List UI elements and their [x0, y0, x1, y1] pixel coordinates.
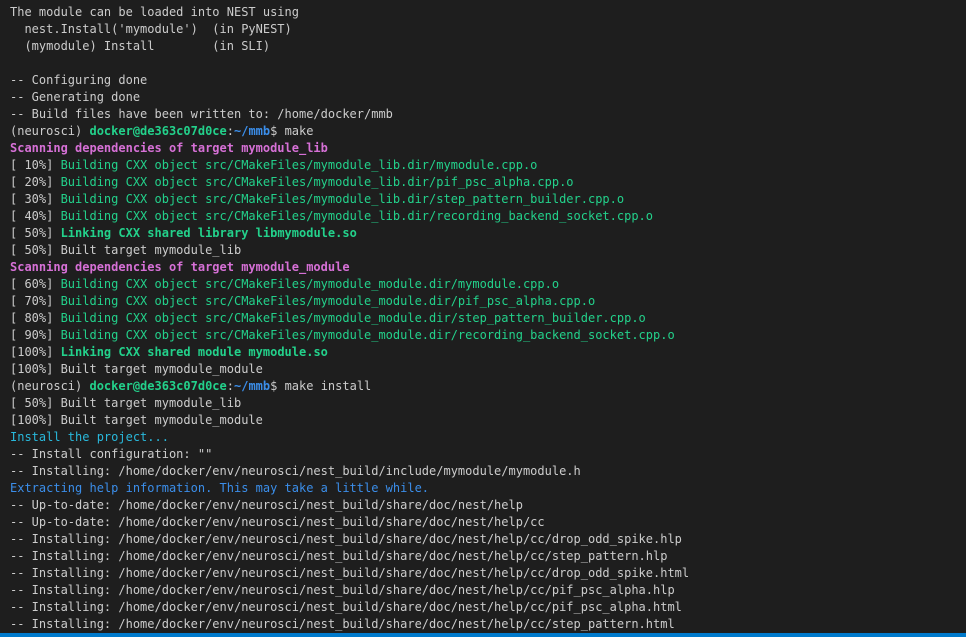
- terminal-line: [ 50%] Linking CXX shared library libmym…: [10, 225, 966, 242]
- terminal-text-segment: [ 50%]: [10, 226, 61, 240]
- terminal-text-segment: Building CXX object src/CMakeFiles/mymod…: [60, 277, 560, 291]
- terminal-text-segment: [ 70%]: [10, 294, 61, 308]
- terminal-text-segment: [ 30%]: [10, 192, 61, 206]
- terminal-text-segment: Building CXX object src/CMakeFiles/mymod…: [60, 175, 574, 189]
- terminal-text-segment: :: [226, 379, 234, 393]
- terminal-line: [ 90%] Building CXX object src/CMakeFile…: [10, 327, 966, 344]
- terminal-line: [ 40%] Building CXX object src/CMakeFile…: [10, 208, 966, 225]
- terminal-text-segment: [100%] Built target mymodule_module: [10, 413, 263, 427]
- terminal-text-segment: -- Installing: /home/docker/env/neurosci…: [10, 566, 690, 580]
- terminal-line: (mymodule) Install (in SLI): [10, 38, 966, 55]
- terminal-text-segment: Scanning dependencies of target mymodule…: [10, 141, 328, 155]
- terminal-line: Scanning dependencies of target mymodule…: [10, 140, 966, 157]
- status-bar-edge: [0, 633, 966, 637]
- terminal-text-segment: :: [226, 124, 234, 138]
- terminal-text-segment: $ make install: [270, 379, 372, 393]
- terminal-line: (neurosci) docker@de363c07d0ce:~/mmb$ ma…: [10, 378, 966, 395]
- terminal-line: -- Generating done: [10, 89, 966, 106]
- terminal-text-segment: $ make: [270, 124, 314, 138]
- terminal-text-segment: [100%]: [10, 345, 61, 359]
- terminal-text-segment: -- Installing: /home/docker/env/neurosci…: [10, 583, 675, 597]
- terminal-line: [100%] Built target mymodule_module: [10, 412, 966, 429]
- terminal-line: [ 30%] Building CXX object src/CMakeFile…: [10, 191, 966, 208]
- terminal-text-segment: [ 50%] Built target mymodule_lib: [10, 243, 242, 257]
- terminal-text-segment: The module can be loaded into NEST using: [10, 5, 299, 19]
- terminal-text-segment: -- Up-to-date: /home/docker/env/neurosci…: [10, 498, 523, 512]
- terminal-line: -- Build files have been written to: /ho…: [10, 106, 966, 123]
- terminal-text-segment: [ 40%]: [10, 209, 61, 223]
- terminal-line: [100%] Built target mymodule_module: [10, 361, 966, 378]
- terminal-text-segment: [ 10%]: [10, 158, 61, 172]
- terminal-line: nest.Install('mymodule') (in PyNEST): [10, 21, 966, 38]
- terminal-text-segment: (neurosci): [10, 379, 90, 393]
- terminal-text-segment: -- Configuring done: [10, 73, 148, 87]
- terminal-text-segment: -- Installing: /home/docker/env/neurosci…: [10, 617, 675, 631]
- terminal-line: -- Installing: /home/docker/env/neurosci…: [10, 616, 966, 633]
- terminal-text-segment: -- Installing: /home/docker/env/neurosci…: [10, 532, 682, 546]
- terminal-line: -- Installing: /home/docker/env/neurosci…: [10, 531, 966, 548]
- terminal-text-segment: Install the project...: [10, 430, 169, 444]
- terminal-text-segment: docker@de363c07d0ce: [89, 379, 227, 393]
- terminal-text-segment: Building CXX object src/CMakeFiles/mymod…: [60, 294, 596, 308]
- terminal-text-segment: Linking CXX shared library libmymodule.s…: [60, 226, 357, 240]
- terminal-line: -- Installing: /home/docker/env/neurosci…: [10, 599, 966, 616]
- terminal-line: -- Up-to-date: /home/docker/env/neurosci…: [10, 514, 966, 531]
- terminal-text-segment: (mymodule) Install (in SLI): [10, 39, 271, 53]
- terminal-line: [ 50%] Built target mymodule_lib: [10, 242, 966, 259]
- terminal-text-segment: -- Installing: /home/docker/env/neurosci…: [10, 549, 668, 563]
- terminal-line: Extracting help information. This may ta…: [10, 480, 966, 497]
- terminal-line: [ 10%] Building CXX object src/CMakeFile…: [10, 157, 966, 174]
- terminal-text-segment: nest.Install('mymodule') (in PyNEST): [10, 22, 292, 36]
- terminal-text-segment: [ 60%]: [10, 277, 61, 291]
- terminal-line: [ 50%] Built target mymodule_lib: [10, 395, 966, 412]
- terminal-text-segment: Building CXX object src/CMakeFiles/mymod…: [60, 192, 625, 206]
- terminal-line: [ 60%] Building CXX object src/CMakeFile…: [10, 276, 966, 293]
- terminal-text-segment: Building CXX object src/CMakeFiles/mymod…: [60, 311, 646, 325]
- terminal-line: Install the project...: [10, 429, 966, 446]
- terminal-line: The module can be loaded into NEST using: [10, 4, 966, 21]
- terminal-line: (neurosci) docker@de363c07d0ce:~/mmb$ ma…: [10, 123, 966, 140]
- terminal-line: [100%] Linking CXX shared module mymodul…: [10, 344, 966, 361]
- terminal-text-segment: Building CXX object src/CMakeFiles/mymod…: [60, 158, 538, 172]
- terminal-line: -- Install configuration: "": [10, 446, 966, 463]
- terminal-line: Scanning dependencies of target mymodule…: [10, 259, 966, 276]
- terminal-line: [ 70%] Building CXX object src/CMakeFile…: [10, 293, 966, 310]
- terminal-text-segment: [ 90%]: [10, 328, 61, 342]
- terminal-text-segment: ~/mmb: [234, 379, 271, 393]
- terminal-line: -- Installing: /home/docker/env/neurosci…: [10, 548, 966, 565]
- terminal-text-segment: (neurosci): [10, 124, 90, 138]
- terminal-text-segment: docker@de363c07d0ce: [89, 124, 227, 138]
- terminal-line: [ 20%] Building CXX object src/CMakeFile…: [10, 174, 966, 191]
- terminal-text-segment: Scanning dependencies of target mymodule…: [10, 260, 350, 274]
- terminal-line: -- Up-to-date: /home/docker/env/neurosci…: [10, 497, 966, 514]
- terminal-text-segment: Building CXX object src/CMakeFiles/mymod…: [60, 209, 653, 223]
- terminal-output[interactable]: The module can be loaded into NEST using…: [0, 0, 966, 633]
- terminal-line: -- Installing: /home/docker/env/neurosci…: [10, 565, 966, 582]
- terminal-text-segment: -- Installing: /home/docker/env/neurosci…: [10, 464, 581, 478]
- terminal-line: [ 80%] Building CXX object src/CMakeFile…: [10, 310, 966, 327]
- terminal-text-segment: -- Install configuration: "": [10, 447, 213, 461]
- terminal-text-segment: [ 20%]: [10, 175, 61, 189]
- terminal-line: -- Configuring done: [10, 72, 966, 89]
- terminal-text-segment: -- Up-to-date: /home/docker/env/neurosci…: [10, 515, 545, 529]
- terminal-line: -- Installing: /home/docker/env/neurosci…: [10, 582, 966, 599]
- terminal-text-segment: Building CXX object src/CMakeFiles/mymod…: [60, 328, 675, 342]
- terminal-text-segment: -- Generating done: [10, 90, 141, 104]
- terminal-text-segment: -- Installing: /home/docker/env/neurosci…: [10, 600, 682, 614]
- terminal-text-segment: [ 80%]: [10, 311, 61, 325]
- terminal-line: -- Installing: /home/docker/env/neurosci…: [10, 463, 966, 480]
- terminal-text-segment: Linking CXX shared module mymodule.so: [60, 345, 328, 359]
- terminal-text-segment: -- Build files have been written to: /ho…: [10, 107, 393, 121]
- terminal-text-segment: Extracting help information. This may ta…: [10, 481, 430, 495]
- terminal-text-segment: ~/mmb: [234, 124, 271, 138]
- terminal-text-segment: [ 50%] Built target mymodule_lib: [10, 396, 242, 410]
- terminal-text-segment: [100%] Built target mymodule_module: [10, 362, 263, 376]
